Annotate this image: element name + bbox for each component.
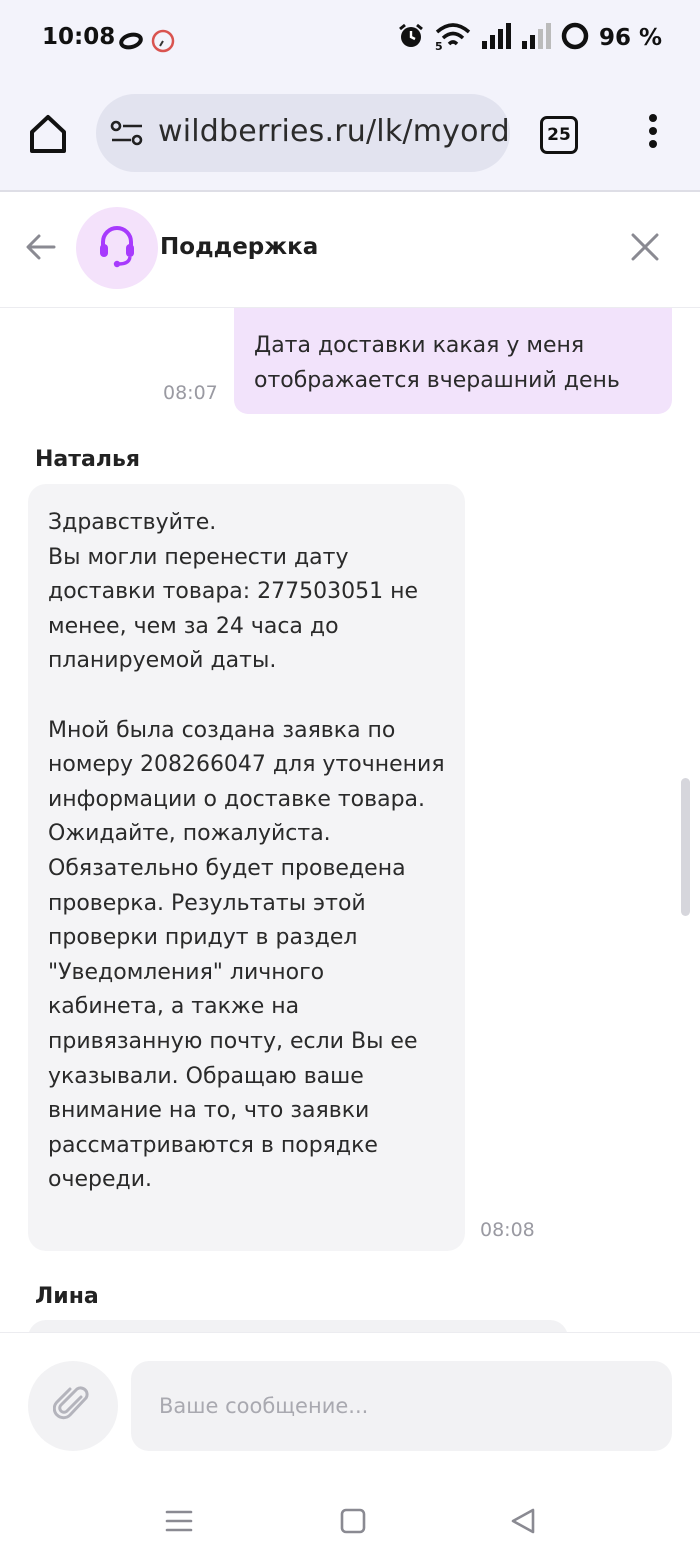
- signal-icon-sim2: [521, 23, 551, 53]
- chat-title: Поддержка: [160, 234, 319, 260]
- headset-icon: [97, 224, 137, 272]
- attach-button[interactable]: [28, 1361, 118, 1451]
- signal-icon-sim1: [481, 23, 511, 53]
- incoming-message: Здравствуйте. Вы могли перенести дату до…: [28, 484, 465, 1251]
- message-time: 08:07: [163, 382, 218, 404]
- sender-name: Лина: [35, 1284, 99, 1309]
- back-arrow-icon[interactable]: [24, 230, 58, 264]
- status-time: 10:08: [42, 24, 116, 50]
- alarm-icon: [397, 22, 425, 54]
- battery-icon: [561, 22, 589, 54]
- status-notification-icons: [118, 28, 176, 58]
- back-triangle-icon[interactable]: [508, 1506, 538, 1536]
- chat-header: Поддержка: [0, 192, 700, 308]
- site-settings-icon[interactable]: [110, 118, 144, 148]
- message-input[interactable]: [131, 1361, 672, 1451]
- tab-switcher-button[interactable]: 25: [540, 116, 578, 154]
- close-icon[interactable]: [628, 230, 662, 264]
- address-bar[interactable]: wildberries.ru/lk/myorders: [96, 94, 510, 172]
- sender-name: Наталья: [35, 447, 141, 472]
- scrollbar[interactable]: [681, 778, 690, 916]
- recent-apps-icon[interactable]: [164, 1506, 194, 1536]
- url-text[interactable]: wildberries.ru/lk/myorders: [158, 114, 510, 149]
- paperclip-icon: [52, 1384, 93, 1428]
- svg-text:5: 5: [435, 40, 443, 50]
- battery-percent: 96 %: [598, 25, 662, 51]
- outgoing-message: Дата доставки какая у меня отображается …: [234, 308, 672, 414]
- wifi-icon: 5: [435, 22, 471, 54]
- message-composer: [0, 1332, 700, 1473]
- status-system-icons: 5 96 %: [397, 22, 662, 54]
- notification-ring-icon: [118, 30, 144, 56]
- timer-icon: [150, 28, 176, 58]
- system-navigation-bar: [0, 1472, 700, 1565]
- status-bar: 10:08 5 96 %: [0, 0, 700, 84]
- support-avatar: [76, 207, 158, 289]
- message-time: 08:08: [480, 1219, 535, 1241]
- more-menu-icon[interactable]: [646, 114, 660, 154]
- home-square-icon[interactable]: [338, 1506, 368, 1536]
- home-icon[interactable]: [26, 112, 70, 156]
- browser-toolbar: wildberries.ru/lk/myorders 25: [0, 84, 700, 192]
- tab-count: 25: [547, 125, 571, 145]
